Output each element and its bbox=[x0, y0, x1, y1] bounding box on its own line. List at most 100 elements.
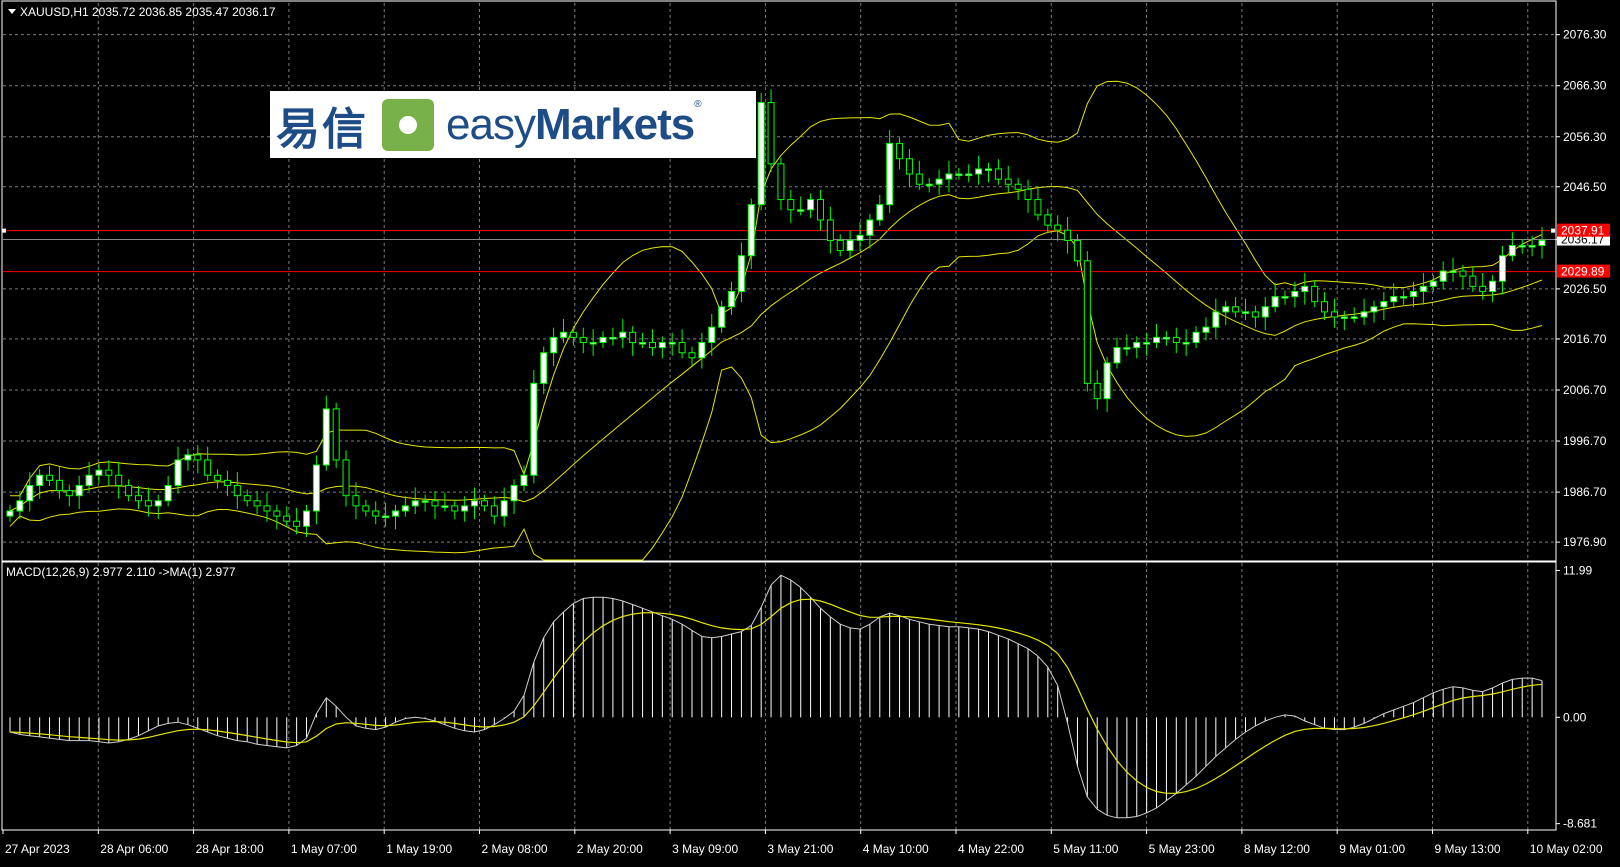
candle-body bbox=[500, 500, 508, 517]
candle-body bbox=[648, 342, 656, 349]
candle-body bbox=[46, 474, 54, 481]
logo-badge-icon bbox=[382, 98, 434, 151]
grid-layer bbox=[3, 3, 1556, 830]
macd-caption: MACD(12,26,9) 2.977 2.110 ->MA(1) 2.977 bbox=[6, 565, 236, 579]
candle-body bbox=[747, 204, 755, 257]
time-axis-label: 10 May 02:00 bbox=[1530, 842, 1603, 856]
candle-body bbox=[125, 484, 133, 497]
candle-body bbox=[1301, 285, 1309, 292]
candle-body bbox=[708, 326, 716, 344]
candle-body bbox=[925, 183, 933, 187]
candle-body bbox=[1479, 285, 1487, 292]
candle-body bbox=[134, 495, 142, 502]
candle-body bbox=[599, 336, 607, 344]
candle-body bbox=[1439, 270, 1447, 282]
macd-axis-label: -8.681 bbox=[1563, 817, 1597, 831]
price-axis-label: 1986.70 bbox=[1563, 485, 1607, 499]
candle-body bbox=[1459, 270, 1467, 277]
time-axis-label: 1 May 07:00 bbox=[291, 842, 357, 856]
candle-body bbox=[6, 510, 14, 517]
collapse-triangle-icon[interactable] bbox=[8, 9, 16, 14]
candle-body bbox=[75, 484, 83, 497]
candle-body bbox=[490, 505, 498, 517]
candle-body bbox=[540, 352, 548, 384]
candle-body bbox=[1162, 336, 1170, 340]
candle-body bbox=[510, 484, 518, 502]
candle-body bbox=[1073, 239, 1081, 262]
candle-body bbox=[1093, 382, 1101, 400]
hline-price-label: 2037.91 bbox=[1561, 224, 1605, 238]
macd-main-line bbox=[9, 574, 1543, 819]
ohlc-values: 2035.72 2036.85 2035.47 2036.17 bbox=[92, 5, 276, 19]
candle-body bbox=[1172, 336, 1180, 344]
candle-body bbox=[105, 469, 113, 476]
candle-body bbox=[184, 454, 192, 461]
time-axis-label: 2 May 20:00 bbox=[577, 842, 643, 856]
price-axis-label: 1996.70 bbox=[1563, 434, 1607, 448]
candle-body bbox=[688, 352, 696, 359]
candle-body bbox=[461, 505, 469, 512]
easymarkets-logo: 易信 easyMarkets ® bbox=[270, 91, 756, 158]
logo-registered-mark: ® bbox=[694, 99, 702, 110]
chart-canvas[interactable]: 27 Apr 2023 28 Apr 06:00 28 Apr 18:00 1 May… bbox=[0, 0, 1620, 862]
logo-english-text: easyMarkets bbox=[446, 99, 695, 149]
candle-body bbox=[955, 173, 963, 177]
candle-body bbox=[1489, 280, 1497, 292]
candle-body bbox=[569, 331, 577, 338]
candle-body bbox=[214, 474, 222, 481]
candle-body bbox=[1518, 245, 1526, 248]
candle-body bbox=[619, 331, 627, 338]
candle-body bbox=[431, 500, 439, 507]
candle-body bbox=[223, 479, 231, 486]
candle-body bbox=[1360, 311, 1368, 318]
candle-body bbox=[1123, 347, 1131, 350]
candle-body bbox=[639, 342, 647, 345]
candle-body bbox=[1034, 199, 1042, 216]
candle-body bbox=[1192, 331, 1200, 344]
candle-body bbox=[698, 342, 706, 359]
candle-body bbox=[767, 102, 775, 165]
candle-body bbox=[836, 239, 844, 252]
time-axis-label: 28 Apr 06:00 bbox=[100, 842, 168, 856]
candle-body bbox=[1508, 245, 1516, 257]
candle-body bbox=[441, 505, 449, 508]
candle-body bbox=[1370, 306, 1378, 313]
candle-body bbox=[1400, 296, 1408, 299]
candle-body bbox=[520, 474, 528, 486]
candle-body bbox=[559, 331, 567, 338]
candle-body bbox=[1419, 285, 1427, 292]
price-axis-label: 2016.70 bbox=[1563, 332, 1607, 346]
time-axis-label: 4 May 10:00 bbox=[863, 842, 929, 856]
candle-body bbox=[945, 173, 953, 180]
candle-body bbox=[322, 408, 330, 466]
candle-body bbox=[1469, 275, 1477, 287]
candle-body bbox=[36, 474, 44, 486]
candle-body bbox=[273, 510, 281, 517]
candle-body bbox=[1133, 342, 1141, 349]
time-axis-label: 8 May 12:00 bbox=[1244, 842, 1310, 856]
candle-body bbox=[204, 459, 212, 476]
candle-body bbox=[293, 520, 301, 527]
candle-body bbox=[965, 173, 973, 177]
candle-body bbox=[658, 342, 666, 349]
candle-body bbox=[1271, 296, 1279, 308]
candle-body bbox=[1143, 342, 1151, 345]
candle-body bbox=[1321, 301, 1329, 313]
candle-body bbox=[154, 500, 162, 507]
candle-body bbox=[876, 204, 884, 221]
candle-body bbox=[1232, 306, 1240, 313]
candle-body bbox=[1054, 224, 1062, 231]
candle-body bbox=[1528, 245, 1536, 248]
candle-body bbox=[807, 199, 815, 211]
candle-body bbox=[480, 500, 488, 507]
price-axis-label: 1976.90 bbox=[1563, 535, 1607, 549]
candle-body bbox=[1103, 362, 1111, 400]
price-axis-label: 2026.50 bbox=[1563, 282, 1607, 296]
candle-body bbox=[253, 500, 261, 507]
macd-signal-line bbox=[9, 598, 1543, 794]
candle-body bbox=[668, 342, 676, 345]
candles-layer bbox=[6, 89, 1546, 538]
chart-window[interactable]: 27 Apr 2023 28 Apr 06:00 28 Apr 18:00 1 May… bbox=[0, 0, 1620, 862]
candle-body bbox=[1241, 311, 1249, 314]
candle-body bbox=[233, 484, 241, 497]
